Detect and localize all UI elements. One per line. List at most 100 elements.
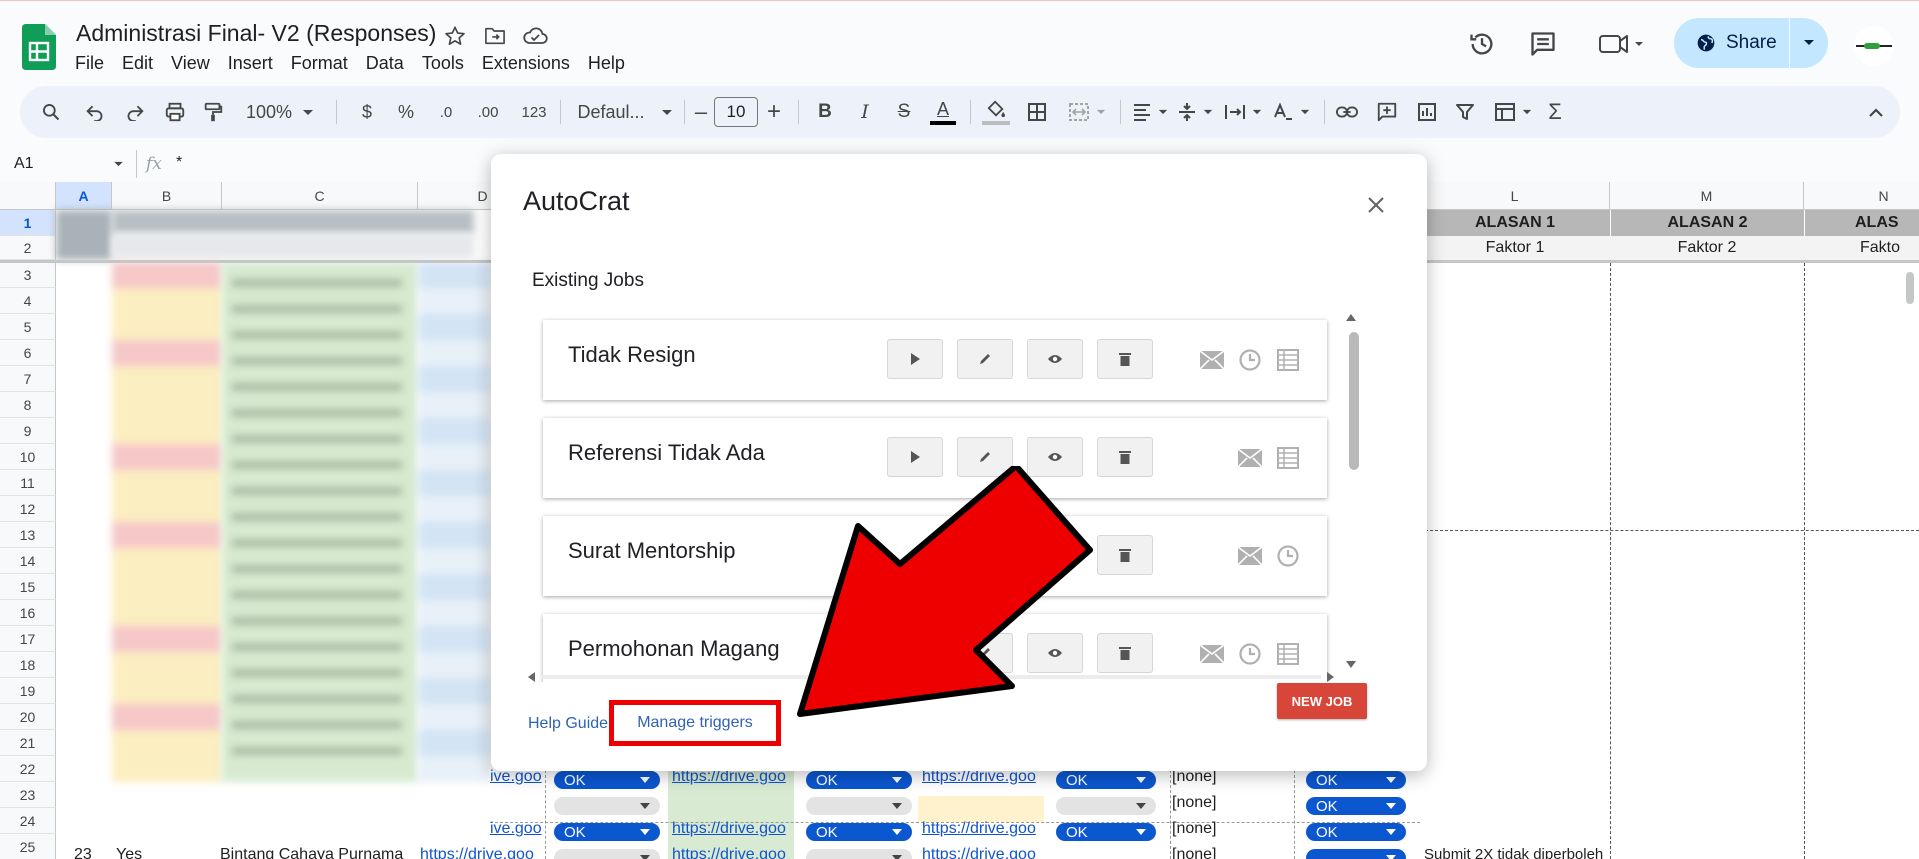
share-main[interactable]: Share <box>1674 18 1789 68</box>
bold-button[interactable]: B <box>808 86 842 138</box>
row-header-15[interactable]: 15 <box>0 574 56 600</box>
insert-comment-icon[interactable] <box>1370 86 1404 138</box>
decrease-font-size-button[interactable]: – <box>688 86 714 138</box>
menu-edit[interactable]: Edit <box>113 52 162 74</box>
google-sheets-logo[interactable] <box>22 24 56 70</box>
percent-format-button[interactable]: % <box>389 86 423 138</box>
row-header-7[interactable]: 7 <box>0 366 56 392</box>
status-dropdown[interactable] <box>554 849 660 859</box>
filter-icon[interactable] <box>1448 86 1482 138</box>
row-header-13[interactable]: 13 <box>0 522 56 548</box>
select-all-corner[interactable] <box>0 182 56 210</box>
row-header-8[interactable]: 8 <box>0 392 56 418</box>
print-icon[interactable] <box>158 86 192 138</box>
meet-icon[interactable] <box>1594 26 1650 62</box>
row-header-1[interactable]: 1 <box>0 210 56 236</box>
menu-file[interactable]: File <box>66 52 113 74</box>
status-dropdown[interactable] <box>806 849 912 859</box>
column-header-b[interactable]: B <box>112 182 222 210</box>
redo-icon[interactable] <box>118 86 152 138</box>
row-header-17[interactable]: 17 <box>0 626 56 652</box>
drive-link[interactable]: https://drive.goo <box>922 820 1042 838</box>
row-header-16[interactable]: 16 <box>0 600 56 626</box>
functions-button[interactable]: Σ <box>1538 86 1572 138</box>
row-header-10[interactable]: 10 <box>0 444 56 470</box>
undo-icon[interactable] <box>78 86 112 138</box>
decrease-decimal-button[interactable]: .0 <box>426 86 466 138</box>
filter-views-icon[interactable] <box>1486 86 1540 138</box>
delete-job-button[interactable] <box>1097 437 1153 477</box>
italic-button[interactable]: I <box>848 86 882 138</box>
search-menus-icon[interactable] <box>34 86 68 138</box>
row-header-24[interactable]: 24 <box>0 808 56 834</box>
row-header-19[interactable]: 19 <box>0 678 56 704</box>
comments-icon[interactable] <box>1525 26 1561 62</box>
drive-link[interactable]: https://drive.goo <box>672 846 792 859</box>
manage-triggers-link[interactable]: Manage triggers <box>609 700 781 746</box>
sheet-scrollbar-thumb[interactable] <box>1906 272 1914 304</box>
column-header-c[interactable]: C <box>222 182 418 210</box>
header-alasan-3[interactable]: ALAS <box>1804 210 1919 236</box>
collapse-toolbar-icon[interactable] <box>1860 86 1892 138</box>
menu-insert[interactable]: Insert <box>219 52 282 74</box>
cloud-saved-icon[interactable] <box>521 22 549 50</box>
header-alasan-1[interactable]: ALASAN 1 <box>1420 210 1610 236</box>
status-dropdown[interactable]: OK <box>1056 823 1156 841</box>
insert-link-icon[interactable] <box>1330 86 1364 138</box>
font-size-input[interactable]: 10 <box>714 97 758 127</box>
edit-job-button[interactable] <box>957 339 1013 379</box>
share-button[interactable]: Share <box>1674 18 1828 68</box>
row-header-12[interactable]: 12 <box>0 496 56 522</box>
move-folder-icon[interactable] <box>481 22 509 50</box>
menu-extensions[interactable]: Extensions <box>473 52 579 74</box>
font-select[interactable]: Defaul... <box>572 86 678 138</box>
header-faktor-3[interactable]: Fakto <box>1804 236 1919 260</box>
drive-link[interactable]: https://drive.goo <box>672 820 792 838</box>
header-alasan-2[interactable]: ALASAN 2 <box>1610 210 1804 236</box>
text-color-button[interactable]: A <box>926 86 960 138</box>
borders-icon[interactable] <box>1020 86 1054 138</box>
fill-color-button[interactable] <box>976 86 1016 138</box>
paint-format-icon[interactable] <box>196 86 230 138</box>
status-dropdown[interactable]: OK <box>1306 823 1406 841</box>
status-dropdown[interactable] <box>1306 849 1406 859</box>
preview-job-button[interactable] <box>1027 339 1083 379</box>
row-header-6[interactable]: 6 <box>0 340 56 366</box>
menu-format[interactable]: Format <box>282 52 357 74</box>
row-header-9[interactable]: 9 <box>0 418 56 444</box>
insert-chart-icon[interactable] <box>1410 86 1444 138</box>
share-dropdown-button[interactable] <box>1790 39 1828 47</box>
row-header-22[interactable]: 22 <box>0 756 56 782</box>
strikethrough-button[interactable]: S <box>887 86 921 138</box>
row-header-25[interactable]: 25 <box>0 834 56 859</box>
text-rotation-icon[interactable] <box>1264 86 1318 138</box>
row-header-18[interactable]: 18 <box>0 652 56 678</box>
run-job-button[interactable] <box>887 339 943 379</box>
formula-input[interactable]: * <box>176 154 182 172</box>
number-format-button[interactable]: 123 <box>512 86 556 138</box>
delete-job-button[interactable] <box>1097 633 1153 673</box>
vertical-align-icon[interactable] <box>1168 86 1222 138</box>
currency-format-button[interactable]: $ <box>350 86 384 138</box>
row-header-11[interactable]: 11 <box>0 470 56 496</box>
column-header-n[interactable]: N <box>1804 182 1919 210</box>
star-icon[interactable] <box>441 22 469 50</box>
header-faktor-2[interactable]: Faktor 2 <box>1610 236 1804 260</box>
jobs-scrollbar-thumb[interactable] <box>1349 332 1359 470</box>
status-dropdown[interactable]: OK <box>806 823 912 841</box>
menu-view[interactable]: View <box>162 52 219 74</box>
increase-decimal-button[interactable]: .00 <box>466 86 510 138</box>
column-header-a[interactable]: A <box>56 182 112 210</box>
menu-data[interactable]: Data <box>357 52 413 74</box>
zoom-select[interactable]: 100% <box>238 86 322 138</box>
row-header-5[interactable]: 5 <box>0 314 56 340</box>
help-guide-link[interactable]: Help Guide <box>528 715 608 733</box>
header-faktor-1[interactable]: Faktor 1 <box>1420 236 1610 260</box>
delete-job-button[interactable] <box>1097 535 1153 575</box>
column-header-l[interactable]: L <box>1420 182 1610 210</box>
column-header-m[interactable]: M <box>1610 182 1804 210</box>
row-header-14[interactable]: 14 <box>0 548 56 574</box>
drive-link[interactable]: https://drive.goo <box>420 846 546 859</box>
version-history-icon[interactable] <box>1464 26 1500 62</box>
document-title[interactable]: Administrasi Final- V2 (Responses) <box>76 20 436 47</box>
